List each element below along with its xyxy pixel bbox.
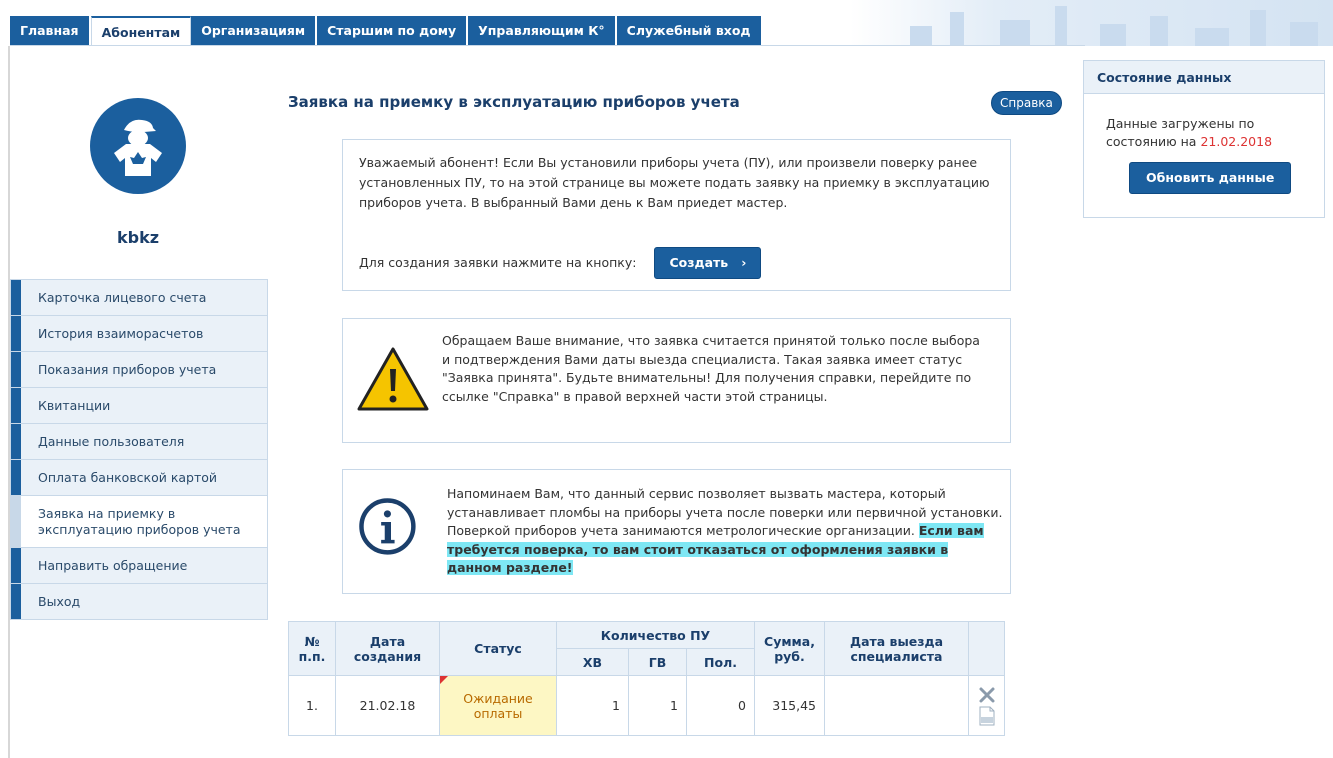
status-date: 21.02.2018 (1200, 134, 1273, 149)
col-pol: Пол. (686, 648, 755, 676)
sidebar-item-card-payment[interactable]: Оплата банковской картой (10, 460, 268, 496)
create-row: Для создания заявки нажмите на кнопку: С… (359, 247, 762, 279)
cell-gv: 1 (628, 675, 687, 736)
cell-created: 21.02.18 (335, 675, 440, 736)
table-row: 1. 21.02.18 Ожидание оплаты 1 1 0 315,45 (288, 675, 1005, 736)
col-actions (968, 621, 1005, 676)
sidebar-item-send-request[interactable]: Направить обращение (10, 548, 268, 584)
col-status: Статус (439, 621, 557, 676)
header-skyline-decoration (850, 0, 1333, 46)
tab-house-seniors[interactable]: Старшим по дому (317, 16, 469, 46)
col-visit-date: Дата выезда специалиста (824, 621, 969, 676)
username: kbkz (116, 228, 160, 247)
create-button-label: Создать (669, 255, 729, 270)
info-text: Напоминаем Вам, что данный сервис позвол… (447, 485, 1007, 578)
sidebar-item-receipts[interactable]: Квитанции (10, 388, 268, 424)
status-panel-title: Состояние данных (1084, 61, 1324, 94)
col-sum: Сумма, руб. (754, 621, 825, 676)
cell-num: 1. (288, 675, 336, 736)
warning-icon (357, 347, 429, 411)
data-status-panel: Состояние данных Данные загружены по сос… (1083, 60, 1325, 218)
sidebar-menu: Карточка лицевого счета История взаимора… (10, 279, 268, 620)
sidebar-item-meter-acceptance[interactable]: Заявка на приемку в эксплуатацию приборо… (10, 496, 268, 548)
sidebar-item-user-data[interactable]: Данные пользователя (10, 424, 268, 460)
tab-service-login[interactable]: Служебный вход (616, 16, 763, 46)
col-hv: ХВ (556, 648, 629, 676)
cell-visit-date (824, 675, 969, 736)
intro-box: Уважаемый абонент! Если Вы установили пр… (342, 139, 1011, 291)
sidebar-item-meter-readings[interactable]: Показания приборов учета (10, 352, 268, 388)
cell-actions (968, 675, 1005, 736)
avatar (90, 98, 186, 194)
top-bar: Главная Абонентам Организациям Старшим п… (0, 0, 1333, 46)
refresh-data-button[interactable]: Обновить данные (1129, 162, 1292, 194)
delete-icon[interactable] (978, 686, 996, 704)
tab-home[interactable]: Главная (10, 16, 91, 46)
sidebar-item-settlement-history[interactable]: История взаиморасчетов (10, 316, 268, 352)
tab-management-companies[interactable]: Управляющим К° (468, 16, 617, 46)
main-nav: Главная Абонентам Организациям Старшим п… (10, 16, 763, 46)
col-num: № п.п. (288, 621, 336, 676)
warning-box: Обращаем Ваше внимание, что заявка счита… (342, 318, 1011, 443)
tab-organizations[interactable]: Организациям (191, 16, 318, 46)
create-prompt: Для создания заявки нажмите на кнопку: (359, 255, 637, 270)
tab-subscribers[interactable]: Абонентам (90, 16, 192, 46)
cell-status: Ожидание оплаты (439, 675, 557, 736)
intro-text: Уважаемый абонент! Если Вы установили пр… (359, 155, 990, 210)
warning-text: Обращаем Ваше внимание, что заявка счита… (442, 333, 980, 404)
info-box: Напоминаем Вам, что данный сервис позвол… (342, 469, 1011, 594)
cell-sum: 315,45 (754, 675, 825, 736)
status-panel-text: Данные загружены по состоянию на 21.02.2… (1106, 115, 1316, 151)
help-button[interactable]: Справка (991, 91, 1062, 115)
pdf-icon[interactable] (978, 706, 996, 726)
create-button[interactable]: Создать › (654, 247, 762, 279)
sidebar-item-account-card[interactable]: Карточка лицевого счета (10, 279, 268, 316)
info-icon (359, 498, 416, 555)
col-created: Дата создания (335, 621, 440, 676)
col-count-group: Количество ПУ (556, 621, 755, 649)
chevron-right-icon: › (732, 255, 747, 270)
cell-hv: 1 (556, 675, 629, 736)
sidebar-item-logout[interactable]: Выход (10, 584, 268, 620)
col-gv: ГВ (628, 648, 687, 676)
header-divider (10, 45, 1085, 46)
page-title: Заявка на приемку в эксплуатацию приборо… (288, 93, 740, 111)
requests-table: № п.п. Дата создания Статус Количество П… (288, 621, 1005, 736)
user-avatar-icon (114, 119, 162, 176)
cell-pol: 0 (686, 675, 755, 736)
